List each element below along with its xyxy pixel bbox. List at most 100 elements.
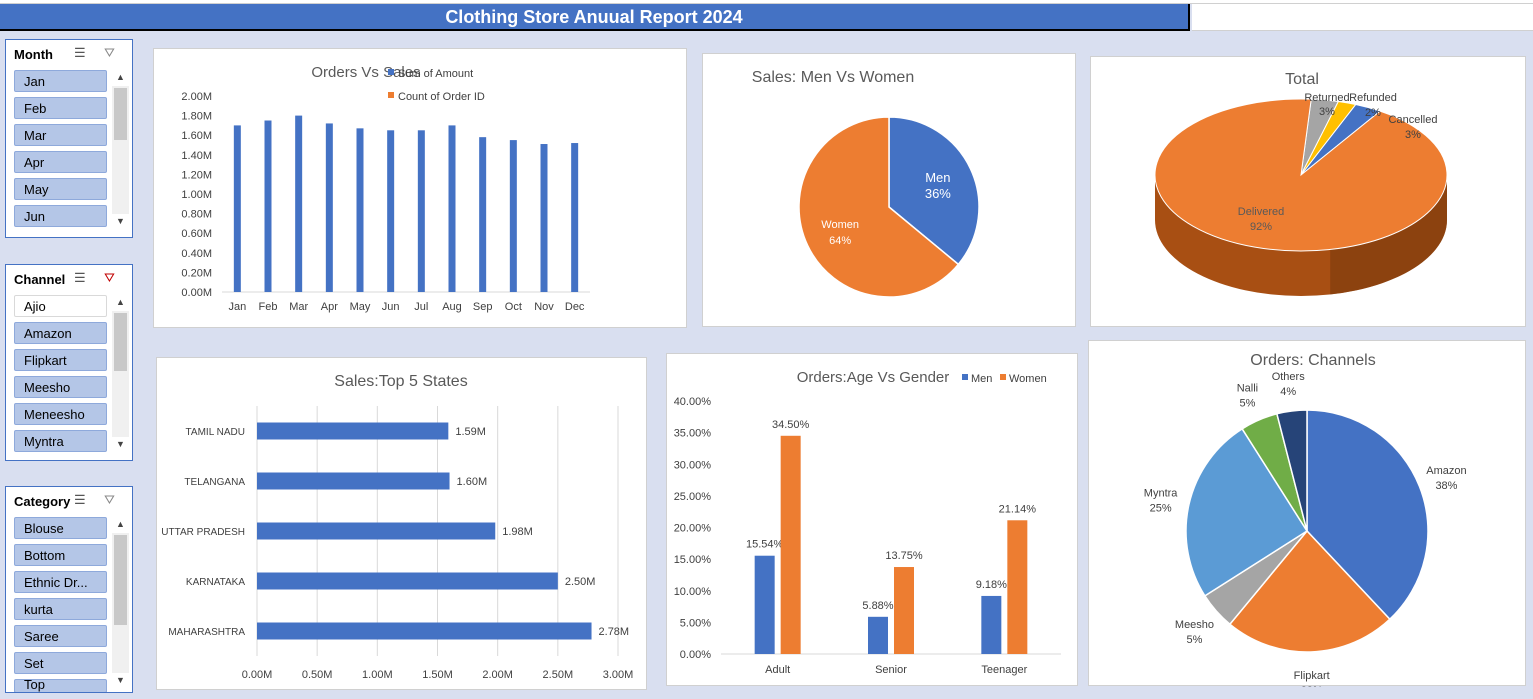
slicer-item-flipkart[interactable]: Flipkart: [14, 349, 107, 371]
slicer-item-set[interactable]: Set: [14, 652, 107, 674]
slicer-item-saree[interactable]: Saree: [14, 625, 107, 647]
slicer-item-jan[interactable]: Jan: [14, 70, 107, 92]
x-tick-label: Feb: [259, 301, 278, 313]
age-gender-panel[interactable]: Orders:Age Vs Gender Men Women 0.00% 5.00% 10…: [666, 353, 1078, 686]
scroll-up-icon[interactable]: ▲: [112, 519, 129, 529]
bar: [356, 128, 364, 292]
channels-chart: Orders: Channels Amazon 38% Flipkart 23% Mees…: [1144, 352, 1467, 697]
legend-label: Count of Order ID: [398, 91, 485, 103]
channel-slicer-title: Channel: [14, 272, 66, 287]
slicer-item-jun[interactable]: Jun: [14, 205, 107, 227]
scroll-up-icon[interactable]: ▲: [112, 297, 129, 307]
slice-value: 64%: [829, 235, 851, 247]
chart-title: Orders: Channels: [1250, 352, 1375, 369]
orders-vs-sales-panel[interactable]: Orders Vs Sales Sum of Amount Count of Ord…: [153, 48, 687, 328]
x-tick-label: 2.00M: [482, 669, 513, 681]
slicer-item-kurta[interactable]: kurta: [14, 598, 107, 620]
x-tick-label: 1.00M: [362, 669, 393, 681]
clear-filter-icon[interactable]: ⛛: [104, 492, 115, 508]
slice-value: 92%: [1250, 221, 1272, 233]
legend-label: Men: [971, 373, 992, 385]
channel-slicer[interactable]: Channel ☰ ⛛ Ajio Amazon Flipkart Meesho …: [5, 264, 133, 461]
y-tick-label: 10.00%: [674, 586, 712, 598]
slice-label: Amazon: [1426, 465, 1466, 477]
clear-filter-icon[interactable]: ⛛: [104, 45, 115, 61]
slicer-item-top[interactable]: Top: [14, 679, 107, 692]
x-tick-label: Dec: [565, 301, 585, 313]
slicer-item-ajio[interactable]: Ajio: [14, 295, 107, 317]
month-slicer[interactable]: Month ☰ ⛛ Jan Feb Mar Apr May Jun ▲ ▼: [5, 39, 133, 238]
scroll-down-icon[interactable]: ▼: [112, 216, 129, 226]
slice-value: 3%: [1319, 106, 1335, 118]
y-tick-label: UTTAR PRADESH: [161, 527, 245, 538]
slicer-item-myntra[interactable]: Myntra: [14, 430, 107, 452]
slicer-item-may[interactable]: May: [14, 178, 107, 200]
multi-select-icon[interactable]: ☰: [74, 492, 86, 508]
order-status-panel[interactable]: Total Delivered 92% Returned 3% Refunded 2% Can…: [1090, 56, 1526, 327]
chart-title: Sales: Men Vs Women: [752, 69, 914, 86]
order-status-chart: Total Delivered 92% Returned 3% Refunded 2% Can…: [1154, 71, 1448, 296]
bar: [509, 140, 517, 292]
scroll-up-icon[interactable]: ▲: [112, 72, 129, 82]
x-tick-label: Oct: [505, 301, 522, 313]
category-scrollbar[interactable]: [112, 533, 129, 673]
slice-value: 2%: [1365, 107, 1381, 119]
multi-select-icon[interactable]: ☰: [74, 270, 86, 286]
multi-select-icon[interactable]: ☰: [74, 45, 86, 61]
data-label: 2.50M: [565, 576, 596, 588]
slicer-item-mar[interactable]: Mar: [14, 124, 107, 146]
empty-cells[interactable]: [1192, 4, 1533, 31]
scroll-down-icon[interactable]: ▼: [112, 675, 129, 685]
slicer-item-apr[interactable]: Apr: [14, 151, 107, 173]
bar: [387, 130, 395, 292]
slice-label: Delivered: [1238, 206, 1284, 218]
category-slicer[interactable]: Category ☰ ⛛ Blouse Bottom Ethnic Dr... …: [5, 486, 133, 693]
y-tick-label: 0.00%: [680, 649, 711, 661]
scroll-thumb[interactable]: [114, 313, 127, 371]
channels-panel[interactable]: Orders: Channels Amazon 38% Flipkart 23% Mees…: [1088, 340, 1526, 697]
top-states-chart: Sales:Top 5 States 0.00M 0.50M 1.00M 1.50M 2.…: [161, 373, 634, 681]
bar: [257, 422, 449, 440]
data-label: 2.78M: [599, 626, 630, 638]
slicer-item-meneesho[interactable]: Meneesho: [14, 403, 107, 425]
slicer-item-blouse[interactable]: Blouse: [14, 517, 107, 539]
slice-value: 25%: [1150, 502, 1172, 514]
month-scrollbar[interactable]: [112, 86, 129, 214]
scroll-down-icon[interactable]: ▼: [112, 439, 129, 449]
sales-men-women-panel[interactable]: Sales: Men Vs Women Men 36% Women 64%: [702, 53, 1076, 327]
slicer-item-ethnic-dress[interactable]: Ethnic Dr...: [14, 571, 107, 593]
y-tick-label: 0.80M: [181, 209, 212, 221]
slice-label: Others: [1272, 371, 1306, 383]
y-tick-label: 2.00M: [181, 91, 212, 103]
data-label: 34.50%: [772, 419, 810, 431]
slice-value: 4%: [1280, 386, 1296, 398]
legend-label: Sum of Amount: [398, 68, 473, 80]
scroll-thumb[interactable]: [114, 535, 127, 625]
x-tick-label: 1.50M: [422, 669, 453, 681]
x-tick-label: Jul: [414, 301, 428, 313]
channel-scrollbar[interactable]: [112, 311, 129, 437]
y-tick-label: 35.00%: [674, 428, 712, 440]
slicer-item-amazon[interactable]: Amazon: [14, 322, 107, 344]
age-gender-chart: Orders:Age Vs Gender Men Women 0.00% 5.00% 10…: [674, 369, 1061, 676]
slicer-item-bottom[interactable]: Bottom: [14, 544, 107, 566]
bar: [417, 130, 425, 292]
legend-marker-women: [1000, 374, 1006, 380]
x-tick-label: 3.00M: [603, 669, 634, 681]
y-tick-label: 15.00%: [674, 554, 712, 566]
slicer-item-feb[interactable]: Feb: [14, 97, 107, 119]
scroll-thumb[interactable]: [114, 88, 127, 140]
sales-men-women-chart: Sales: Men Vs Women Men36% Women 64%: [752, 69, 980, 298]
bar: [540, 144, 548, 292]
bar: [257, 572, 558, 590]
report-title: Clothing Store Anuual Report 2024: [0, 4, 1190, 31]
data-label: 21.14%: [999, 503, 1037, 515]
slice-value: 23%: [1301, 685, 1323, 687]
slicer-item-meesho[interactable]: Meesho: [14, 376, 107, 398]
legend-marker-men: [962, 374, 968, 380]
slice-label: Refunded: [1349, 92, 1397, 104]
top-states-panel[interactable]: Sales:Top 5 States 0.00M 0.50M 1.00M 1.50M 2.…: [156, 357, 647, 690]
clear-filter-icon[interactable]: ⛛: [104, 270, 115, 286]
bar: [264, 120, 272, 292]
y-tick-label: 0.40M: [181, 248, 212, 260]
